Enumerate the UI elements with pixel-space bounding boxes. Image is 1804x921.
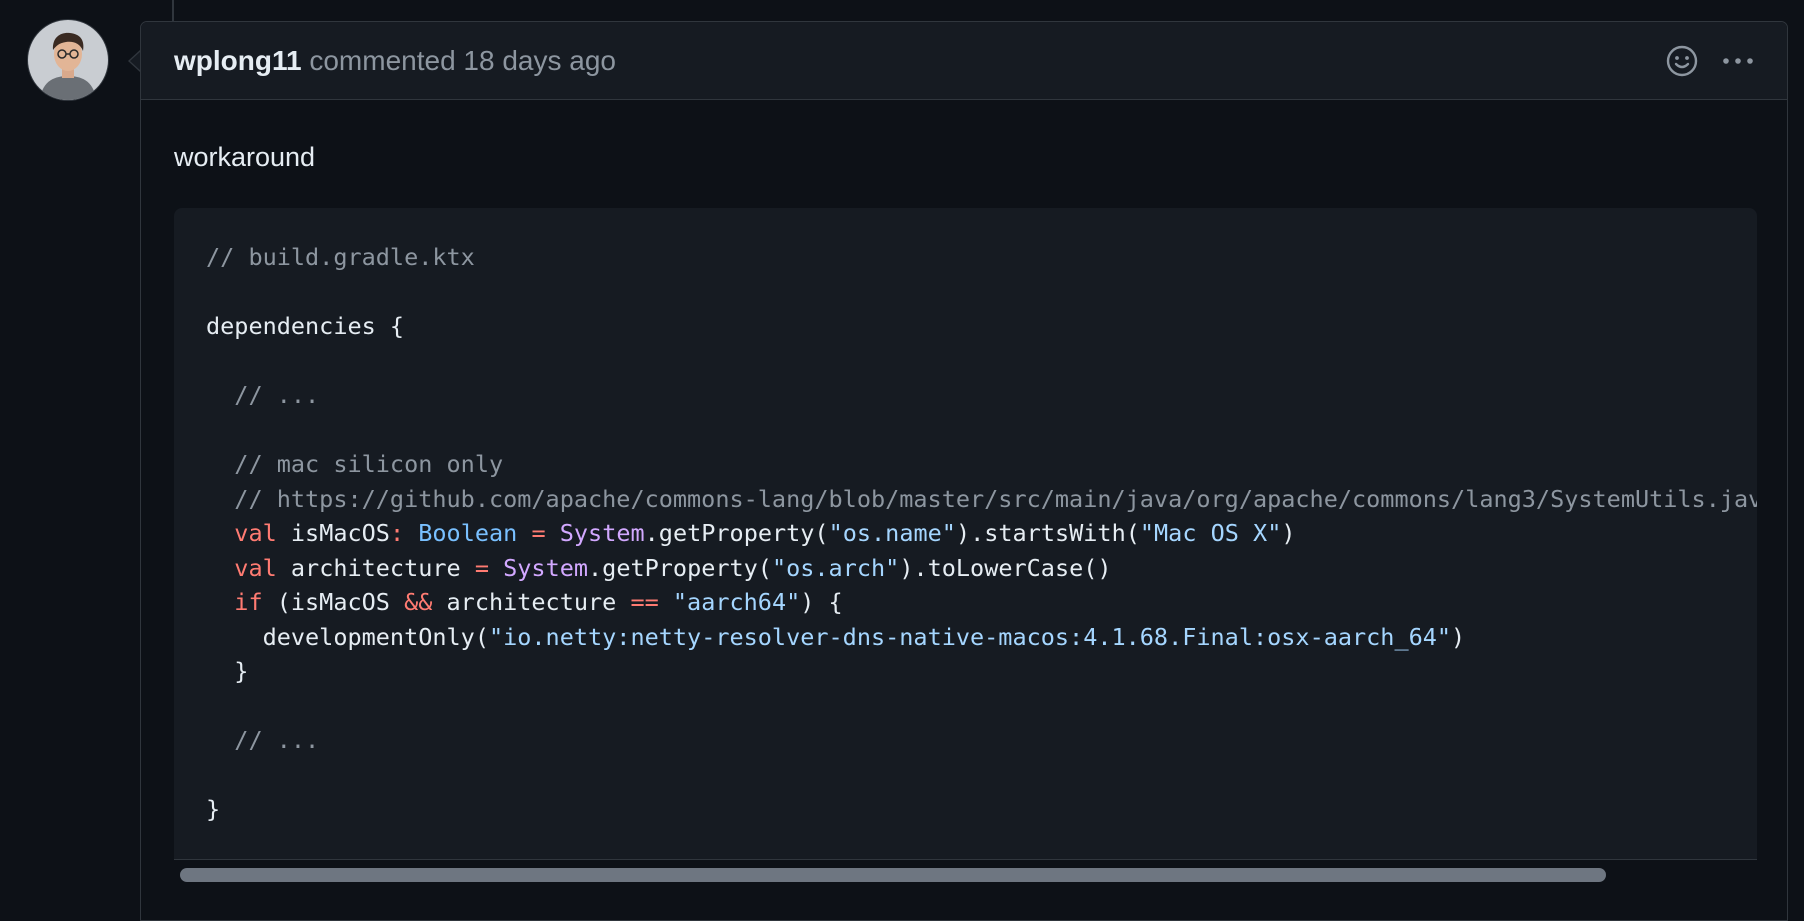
code-comment: // ... xyxy=(234,381,320,409)
comment-box: wplong11 commented 18 days ago workaroun… xyxy=(140,21,1788,921)
horizontal-scrollbar[interactable] xyxy=(174,859,1757,888)
smiley-icon[interactable] xyxy=(1665,44,1699,78)
code-comment: // ... xyxy=(234,726,320,754)
comment-text: workaround xyxy=(174,142,316,172)
code-line: val isMacOS: Boolean = System.getPropert… xyxy=(234,519,1296,547)
comment-body: workaround xyxy=(174,140,1755,174)
code-block: // build.gradle.ktx dependencies { // ..… xyxy=(174,208,1757,888)
code-line: if (isMacOS && architecture == "aarch64"… xyxy=(234,588,843,616)
comment-timestamp[interactable]: commented 18 days ago xyxy=(309,45,616,76)
author-link[interactable]: wplong11 xyxy=(174,45,302,76)
code-line: } xyxy=(206,795,221,823)
code-line: val architecture = System.getProperty("o… xyxy=(234,553,1112,582)
scrollbar-thumb[interactable] xyxy=(180,868,1606,882)
code-line: // mac silicon only xyxy=(206,450,503,478)
code-line: // ... xyxy=(206,381,319,409)
code-line: } xyxy=(206,657,249,685)
code-line: // build.gradle.ktx xyxy=(206,243,475,271)
code-content: // build.gradle.ktx dependencies { // ..… xyxy=(206,240,1757,827)
code-comment: // https://github.com/apache/commons-lan… xyxy=(234,484,1757,513)
code-line: developmentOnly("io.netty:netty-resolver… xyxy=(206,622,1466,651)
comment-header-actions xyxy=(1665,44,1755,78)
comment-header-text: wplong11 commented 18 days ago xyxy=(174,44,616,78)
code-comment: // build.gradle.ktx xyxy=(206,243,475,271)
code-line: dependencies { xyxy=(206,312,405,340)
comment-header: wplong11 commented 18 days ago xyxy=(141,22,1787,100)
code-line: // https://github.com/apache/commons-lan… xyxy=(206,485,1757,513)
avatar-image xyxy=(28,20,108,100)
avatar[interactable] xyxy=(28,20,108,100)
kebab-menu-icon[interactable] xyxy=(1721,44,1755,78)
code-line: // ... xyxy=(206,726,319,754)
code-comment: // mac silicon only xyxy=(234,450,504,478)
